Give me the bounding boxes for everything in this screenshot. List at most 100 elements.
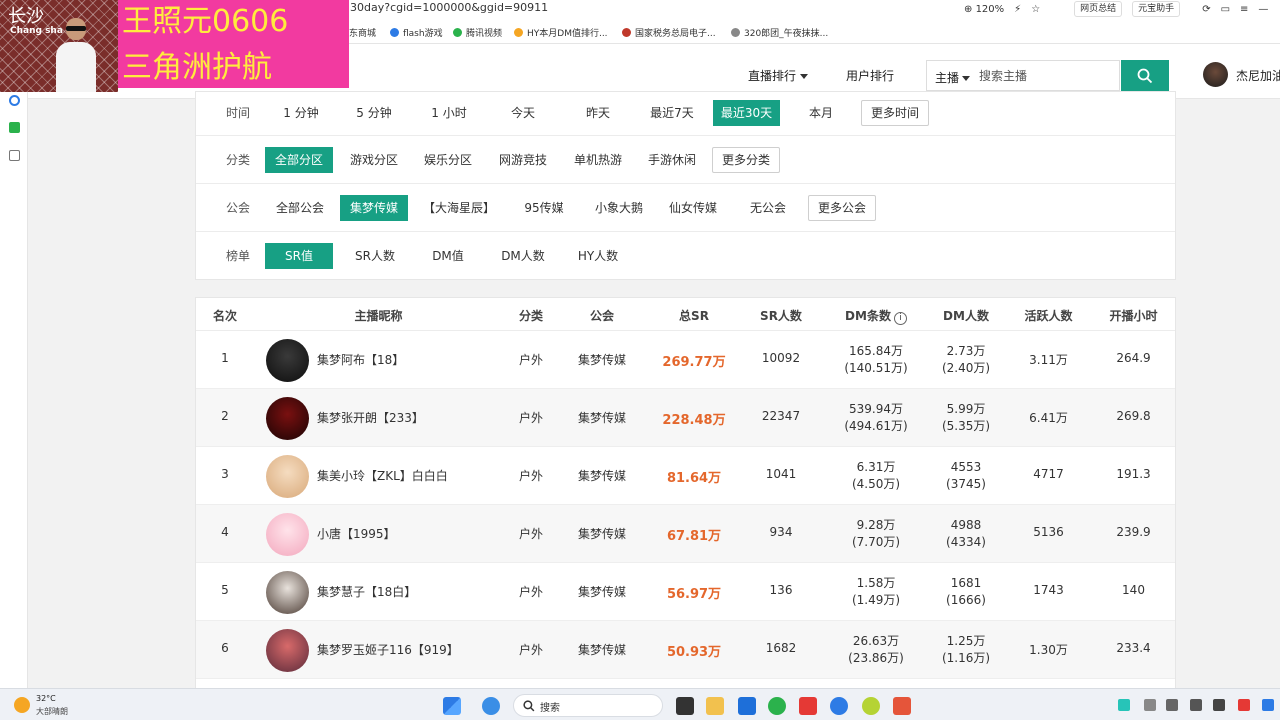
bookmark-item[interactable]: 东商城 (349, 26, 376, 39)
bookmark-label: HY本月DM值排行... (527, 29, 608, 39)
user-name[interactable]: 杰尼加油 (1236, 67, 1280, 84)
store-icon[interactable] (738, 697, 756, 715)
star-icon[interactable]: ☆ (1031, 4, 1040, 15)
nav-user-ranking[interactable]: 用户排行 (846, 67, 894, 84)
streamer-name[interactable]: 小唐【1995】 (317, 525, 396, 542)
filter-option-active[interactable]: 全部分区 (265, 147, 333, 173)
folder-icon[interactable] (706, 697, 724, 715)
url-text[interactable]: 30day?cgid=1000000&ggid=90911 (350, 1, 548, 14)
avatar[interactable] (266, 455, 309, 498)
app-icon[interactable] (862, 697, 880, 715)
filter-option[interactable]: 游戏分区 (343, 147, 405, 173)
filter-option[interactable]: 【大海星辰】 (417, 195, 501, 221)
sun-icon[interactable] (14, 697, 30, 713)
bookmark-item[interactable]: flash游戏 (390, 26, 443, 39)
filter-option[interactable]: 小象大鹅 (587, 195, 651, 221)
refresh-icon[interactable]: ⟳ (1202, 4, 1210, 15)
filter-option-active[interactable]: 集梦传媒 (340, 195, 408, 221)
avatar[interactable] (266, 339, 309, 382)
filter-option[interactable]: DM值 (418, 243, 478, 269)
bookmark-item[interactable]: 320郎团_午夜抹抹... (731, 26, 828, 39)
start-icon[interactable] (443, 697, 461, 715)
streamer-name[interactable]: 集梦张开朗【233】 (317, 409, 424, 426)
streamer-name[interactable]: 集梦阿布【18】 (317, 351, 404, 368)
tray-icon[interactable] (1166, 699, 1178, 711)
zoom-icon[interactable]: ⊕ 120% (964, 4, 1004, 15)
more-category-button[interactable]: 更多分类 (712, 147, 780, 173)
filter-option[interactable]: 无公会 (738, 195, 798, 221)
web-summary-chip[interactable]: 网页总结 (1074, 1, 1123, 17)
filter-option-active[interactable]: 最近30天 (713, 100, 780, 126)
avatar[interactable] (1203, 62, 1228, 87)
taskbar-search[interactable]: 搜索 (513, 694, 663, 717)
filter-option[interactable]: 仙女传媒 (662, 195, 724, 221)
app-icon[interactable] (768, 697, 786, 715)
filter-option[interactable]: 1 分钟 (271, 100, 331, 126)
app-sidebar-icon[interactable] (9, 122, 20, 133)
filter-option[interactable]: 今天 (498, 100, 548, 126)
search-input[interactable] (979, 67, 1114, 85)
streamer-name[interactable]: 集美小玲【ZKL】白白白 (317, 467, 448, 484)
guild-cell: 集梦传媒 (577, 353, 626, 367)
filter-option[interactable]: 单机热游 (567, 147, 629, 173)
avatar[interactable] (266, 513, 309, 556)
search-button[interactable] (1121, 60, 1169, 91)
streamer-name[interactable]: 集梦慧子【18白】 (317, 583, 416, 600)
filter-option[interactable]: 手游休闲 (641, 147, 703, 173)
avatar[interactable] (266, 571, 309, 614)
tray-icon[interactable] (1238, 699, 1250, 711)
dm-count-value: 539.94万 (849, 402, 903, 416)
menu-icon[interactable]: ≡ (1240, 4, 1248, 15)
table-row[interactable]: 3 户外 集梦传媒 81.64万 1041 4717 191.3 集美小玲【ZKL】白白白 6.… (196, 447, 1175, 505)
table-row[interactable]: 2 户外 集梦传媒 228.48万 22347 6.41万 269.8 集梦张开朗【233】 5… (196, 389, 1175, 447)
tray-icon[interactable] (1262, 699, 1274, 711)
edge-icon[interactable] (482, 697, 500, 715)
filter-option[interactable]: HY人数 (566, 243, 630, 269)
table-row[interactable]: 4 户外 集梦传媒 67.81万 934 5136 239.9 小唐【1995】 9.28万 (7… (196, 505, 1175, 563)
dm-count-cell: 1.58万 (1.49万) (826, 575, 926, 609)
bookmark-item[interactable]: 国家税务总局电子... (622, 26, 716, 39)
table-row[interactable]: 1 户外 集梦传媒 269.77万 10092 3.11万 264.9 集梦阿布【18】 165… (196, 331, 1175, 389)
minimize-icon[interactable]: — (1258, 4, 1268, 15)
filter-label: 时间 (226, 106, 251, 120)
table-row[interactable]: 6 户外 集梦传媒 50.93万 1682 1.30万 233.4 集梦罗玉姬子116【919… (196, 621, 1175, 679)
filter-option[interactable]: 1 小时 (418, 100, 480, 126)
table-row[interactable]: 5 户外 集梦传媒 56.97万 136 1743 140 集梦慧子【18白】 1.58万 (1.… (196, 563, 1175, 621)
wps-icon[interactable] (799, 697, 817, 715)
filter-option[interactable]: SR人数 (344, 243, 406, 269)
avatar[interactable] (266, 397, 309, 440)
add-sidebar-icon[interactable] (9, 150, 20, 161)
mic-icon[interactable] (1190, 699, 1202, 711)
browser-icon[interactable] (830, 697, 848, 715)
info-icon[interactable]: i (893, 312, 907, 325)
more-time-button[interactable]: 更多时间 (861, 100, 929, 126)
task-view-icon[interactable] (676, 697, 694, 715)
search-type-select[interactable]: 主播 (935, 69, 971, 86)
streamer-name[interactable]: 集梦罗玉姬子116【919】 (317, 641, 459, 658)
tray-icon[interactable] (1213, 699, 1225, 711)
search-sidebar-icon[interactable] (9, 95, 20, 106)
filter-option[interactable]: 网游竞技 (492, 147, 554, 173)
bookmark-item[interactable]: HY本月DM值排行... (514, 26, 608, 39)
filter-option[interactable]: 娱乐分区 (417, 147, 479, 173)
tray-app-icon[interactable] (1118, 699, 1130, 711)
avatar[interactable] (266, 629, 309, 672)
guild-cell: 集梦传媒 (577, 585, 626, 599)
filter-option[interactable]: 最近7天 (642, 100, 702, 126)
yuanbao-chip[interactable]: 元宝助手 (1132, 1, 1181, 17)
filter-option[interactable]: DM人数 (491, 243, 555, 269)
filter-option[interactable]: 全部公会 (268, 195, 332, 221)
more-guild-button[interactable]: 更多公会 (808, 195, 876, 221)
filter-option[interactable]: 95传媒 (514, 195, 574, 221)
filter-option-active[interactable]: SR值 (265, 243, 333, 269)
filter-option[interactable]: 昨天 (573, 100, 623, 126)
bookmark-item[interactable]: 腾讯视频 (453, 26, 502, 39)
guild-cell: 集梦传媒 (577, 527, 626, 541)
lightning-icon[interactable]: ⚡ (1014, 4, 1021, 15)
app-icon[interactable] (893, 697, 911, 715)
filter-option[interactable]: 5 分钟 (344, 100, 404, 126)
filter-row-guild: 公会 全部公会 集梦传媒 【大海星辰】 95传媒 小象大鹅 仙女传媒 无公会 更… (196, 184, 1175, 232)
filter-option[interactable]: 本月 (796, 100, 846, 126)
reader-icon[interactable]: ▭ (1221, 4, 1230, 15)
chevron-up-icon[interactable] (1144, 699, 1156, 711)
